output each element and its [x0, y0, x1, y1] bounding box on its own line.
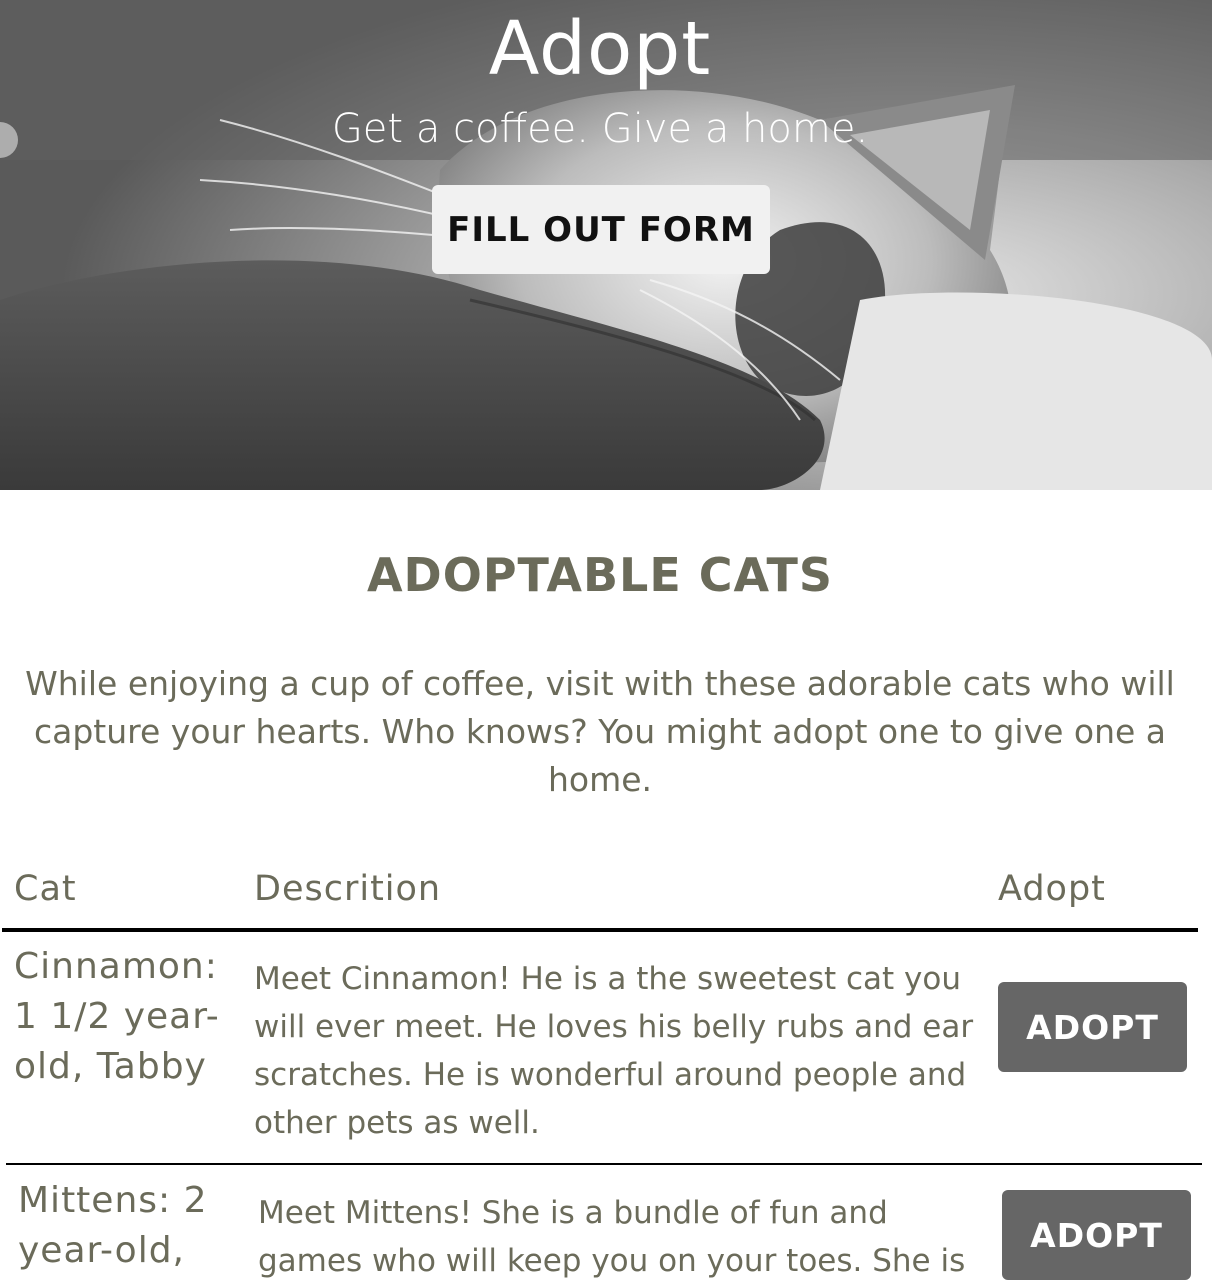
column-header-description: Descrition	[254, 869, 442, 909]
fill-out-form-button[interactable]: FILL OUT FORM	[432, 185, 770, 274]
hero-banner: Adopt Get a coffee. Give a home. FILL OU…	[0, 0, 1212, 490]
column-header-adopt: Adopt	[998, 869, 1106, 909]
section-intro: While enjoying a cup of coffee, visit wi…	[25, 664, 1175, 799]
row-divider	[6, 1163, 1202, 1165]
section-title: ADOPTABLE CATS	[366, 548, 834, 602]
cat-name-mittens: Mittens: 2 year-old,	[18, 1180, 208, 1271]
cat-name-cinnamon: Cinnamon: 1 1/2 year-old, Tabby	[14, 946, 220, 1087]
adopt-button-cinnamon[interactable]: ADOPT	[998, 982, 1187, 1072]
cat-description-cinnamon: Meet Cinnamon! He is a the sweetest cat …	[254, 961, 974, 1141]
header-divider	[2, 928, 1198, 932]
hero-title: Adopt	[488, 6, 712, 92]
hero-subtitle: Get a coffee. Give a home.	[331, 106, 869, 152]
adopt-button-mittens[interactable]: ADOPT	[1002, 1190, 1191, 1280]
column-header-cat: Cat	[14, 869, 77, 909]
